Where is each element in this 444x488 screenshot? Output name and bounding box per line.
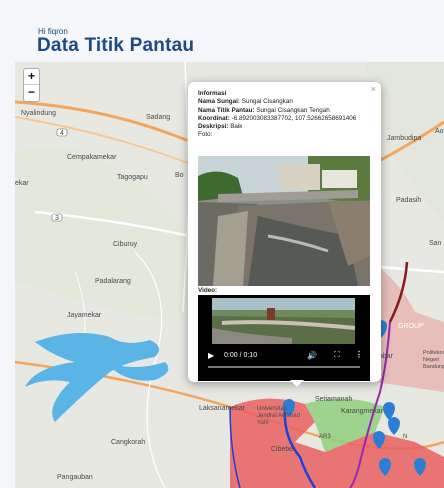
info-popup: × Informasi Nama Sungai: Sungai Cisangka…: [188, 82, 381, 382]
place-cempakamekar: Cempakamekar: [67, 154, 117, 161]
fullscreen-icon[interactable]: ⛶: [334, 350, 340, 360]
place-unjani: Universitas Jendral Achmad Yani: [257, 406, 301, 426]
place-politeknik: Politeknik Negeri Bandung: [423, 350, 444, 370]
place-san: San: [429, 240, 442, 247]
koordinat-value: -6.892003083387702, 107.52662658691406: [231, 114, 357, 122]
place-setiamanah: Setiamanah: [315, 396, 353, 403]
popup-close-button[interactable]: ×: [371, 84, 376, 94]
place-sadang: Sadang: [146, 114, 171, 121]
place-ciburuy: Ciburuy: [113, 241, 138, 248]
sungai-label: Nama Sungai:: [198, 98, 240, 106]
zoom-out-button[interactable]: −: [24, 85, 39, 101]
play-icon[interactable]: ▶: [208, 351, 214, 360]
video-player[interactable]: ▶ 0:00 / 0:10 🔊 ⛶ ⋮: [198, 295, 370, 381]
popup-tip: [290, 380, 304, 387]
video-progress-track[interactable]: [208, 366, 360, 368]
foto-label: Foto:: [198, 131, 213, 139]
titik-value: Sungai Cisangkan Tengah: [256, 106, 330, 114]
road-n-label: N: [403, 434, 408, 440]
place-nyalindung: Nyalindung: [21, 110, 57, 117]
sungai-value: Sungai Cisangkan: [241, 98, 293, 106]
page-title: Data Titik Pantau: [37, 35, 195, 56]
place-ekar: ekar: [15, 180, 29, 187]
more-options-icon[interactable]: ⋮: [355, 350, 363, 359]
zoom-control: + −: [23, 68, 40, 102]
map-view[interactable]: Nyalindung Sadang 4 Cempakamekar Tagogap…: [15, 62, 444, 488]
video-label: Video:: [198, 287, 218, 294]
popup-heading: Informasi: [198, 90, 227, 97]
river-photo: [198, 156, 370, 286]
place-padasih: Padasih: [396, 197, 422, 204]
place-bo: Bo: [175, 172, 184, 179]
deskripsi-label: Deskripsi:: [198, 123, 229, 131]
place-laksanamekar: Laksanamekar: [199, 405, 245, 412]
place-cibeber: Cibeber: [271, 446, 296, 453]
place-jayamekar: Jayamekar: [67, 312, 102, 319]
place-cangkorah: Cangkorah: [111, 439, 146, 446]
video-frame: [212, 298, 355, 344]
volume-icon[interactable]: 🔊: [307, 351, 317, 360]
place-pangauban: Pangauban: [57, 474, 93, 481]
video-controls: ▶ 0:00 / 0:10 🔊 ⛶ ⋮: [198, 348, 370, 368]
place-group: GROUP: [398, 323, 424, 330]
zoom-in-button[interactable]: +: [24, 69, 39, 85]
place-karangmekar: Karangmekar: [341, 408, 384, 415]
place-ao: Ao: [435, 128, 444, 135]
road-3-label: 3: [55, 215, 59, 222]
koordinat-label: Koordinat:: [198, 114, 230, 122]
place-tagogapu: Tagogapu: [117, 174, 148, 181]
deskripsi-value: Baik: [230, 123, 243, 131]
road-ar3-label: AR3: [319, 434, 331, 440]
road-4-label: 4: [60, 130, 64, 137]
titik-label: Nama Titik Pantau:: [198, 106, 255, 114]
video-time: 0:00 / 0:10: [224, 352, 258, 359]
place-abar: abar: [379, 353, 394, 360]
place-jambudipa: Jambudipa: [387, 135, 422, 142]
place-padalarang: Padalarang: [95, 278, 131, 285]
